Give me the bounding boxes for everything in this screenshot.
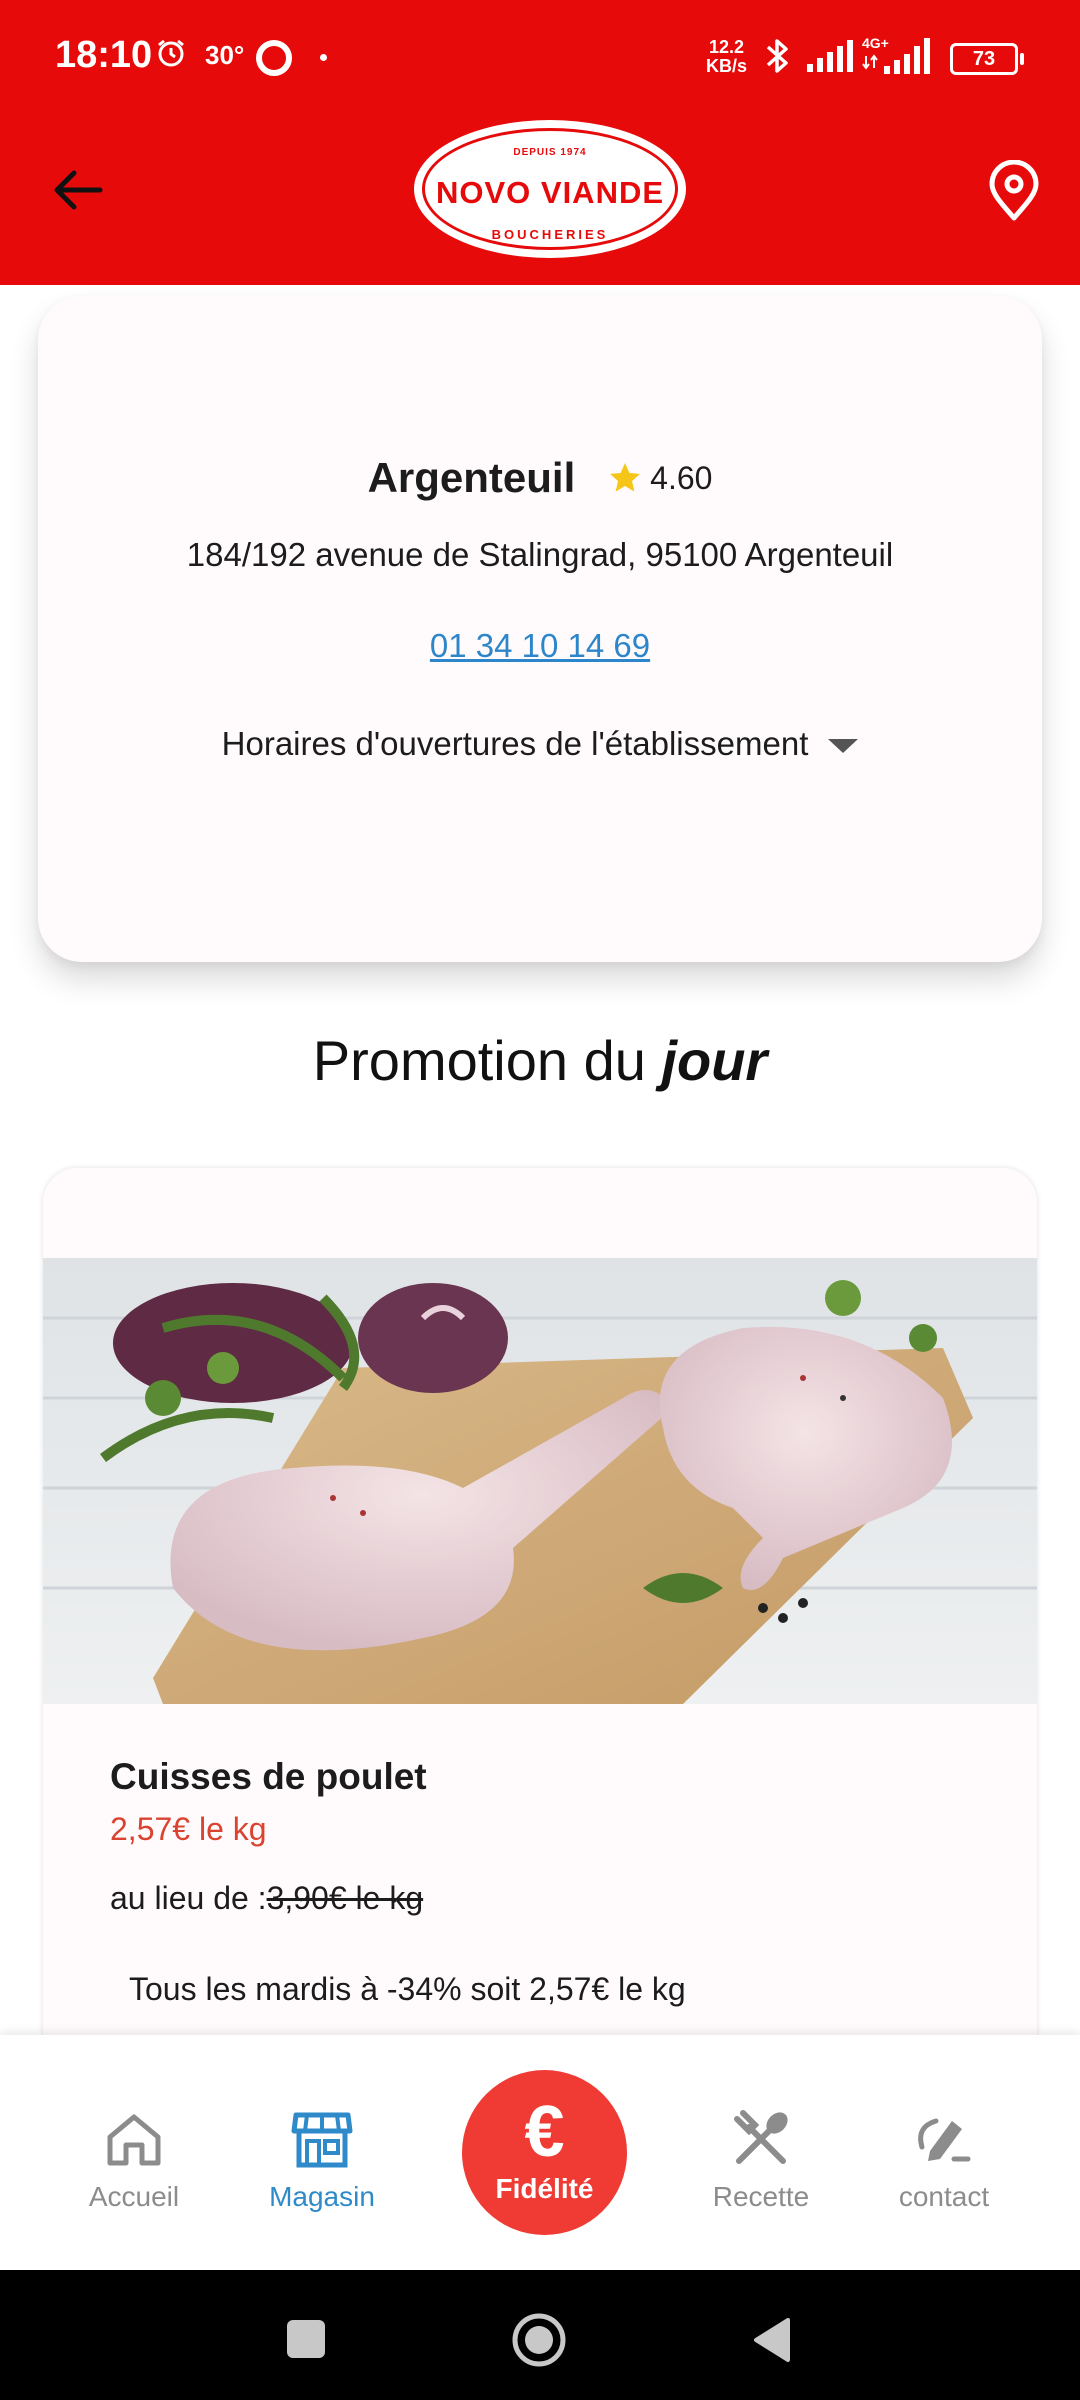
status-temperature: 30° xyxy=(205,40,245,70)
nav-item-contact[interactable]: contact xyxy=(859,2107,1029,2213)
euro-icon: € xyxy=(524,2092,565,2172)
back-arrow-icon[interactable] xyxy=(48,160,108,220)
nav-label-magasin: Magasin xyxy=(269,2181,375,2212)
opening-hours-label: Horaires d'ouvertures de l'établissement xyxy=(221,725,809,762)
fidelite-button[interactable]: € Fidélité xyxy=(462,2070,627,2235)
caret-down-icon xyxy=(828,739,859,754)
edit-icon xyxy=(918,2118,971,2162)
signal-icon xyxy=(807,40,853,72)
nav-label-contact: contact xyxy=(898,2181,990,2212)
recent-apps-icon[interactable] xyxy=(287,2320,325,2358)
opening-hours-dropdown[interactable]: Horaires d'ouvertures de l'établissement xyxy=(38,725,1042,763)
utensils-icon xyxy=(734,2110,788,2164)
store-phone-link[interactable]: 01 34 10 14 69 xyxy=(38,627,1042,665)
home-icon xyxy=(107,2114,161,2166)
store-address: 184/192 avenue de Stalingrad, 95100 Arge… xyxy=(186,536,894,573)
home-circle-icon[interactable] xyxy=(511,2312,567,2368)
product-name: Cuisses de poulet xyxy=(110,1756,427,1797)
system-navigation-bar xyxy=(0,2270,1080,2400)
nav-item-magasin[interactable]: Magasin xyxy=(237,2107,407,2213)
back-triangle-icon[interactable] xyxy=(752,2316,792,2364)
bluetooth-icon xyxy=(766,39,788,73)
nav-item-recette[interactable]: Recette xyxy=(676,2107,846,2213)
old-price: 3,90€ le kg xyxy=(266,1880,424,1916)
promotion-description: Tous les mardis à -34% soit 2,57€ le kg xyxy=(129,1971,686,2007)
svg-text:4G+: 4G+ xyxy=(862,35,889,51)
notification-dot-icon xyxy=(320,54,327,61)
product-price: 2,57€ le kg xyxy=(110,1811,267,1847)
fidelite-label: Fidélité xyxy=(495,2173,594,2204)
status-time: 18:10 xyxy=(55,34,153,76)
store-icon xyxy=(291,2112,353,2168)
nav-label-recette: Recette xyxy=(712,2181,810,2212)
old-price-prefix: au lieu de : xyxy=(110,1880,267,1916)
battery-indicator: 73 xyxy=(950,43,1024,75)
signal-4g-icon: 4G+ xyxy=(862,35,930,74)
promotion-card[interactable]: Cuisses de poulet 2,57€ le kg au lieu de… xyxy=(43,1168,1037,2048)
circle-notification-icon xyxy=(256,40,292,76)
network-speed: 12.2 KB/s xyxy=(706,37,748,76)
store-title-row: Argenteuil 4.60 xyxy=(38,454,1042,502)
location-pin-icon[interactable] xyxy=(982,160,1046,224)
nav-label-accueil: Accueil xyxy=(88,2181,180,2212)
store-info-card: Argenteuil 4.60 184/192 avenue de Stalin… xyxy=(38,296,1042,962)
logo-ring: DEPUIS 1974 NOVO VIANDE BOUCHERIES xyxy=(422,128,678,250)
promotion-heading: Promotion du jour xyxy=(312,1029,768,1092)
product-old-price-row: au lieu de :3,90€ le kg xyxy=(110,1880,423,1917)
store-name: Argenteuil xyxy=(367,454,576,501)
alarm-icon xyxy=(158,39,184,67)
chicken-legs-photo xyxy=(43,1258,1037,1704)
nav-item-accueil[interactable]: Accueil xyxy=(49,2107,219,2213)
store-rating: 4.60 xyxy=(650,459,713,496)
bottom-navigation: Accueil Magasin € Fidélité Recette conta… xyxy=(0,2035,1080,2270)
brand-logo: DEPUIS 1974 NOVO VIANDE BOUCHERIES xyxy=(414,120,686,258)
star-icon xyxy=(609,463,640,492)
status-bar: 18:10 30° 12.2 KB/s 4G+ 73 xyxy=(0,0,1080,115)
app-header: DEPUIS 1974 NOVO VIANDE BOUCHERIES xyxy=(0,115,1080,285)
